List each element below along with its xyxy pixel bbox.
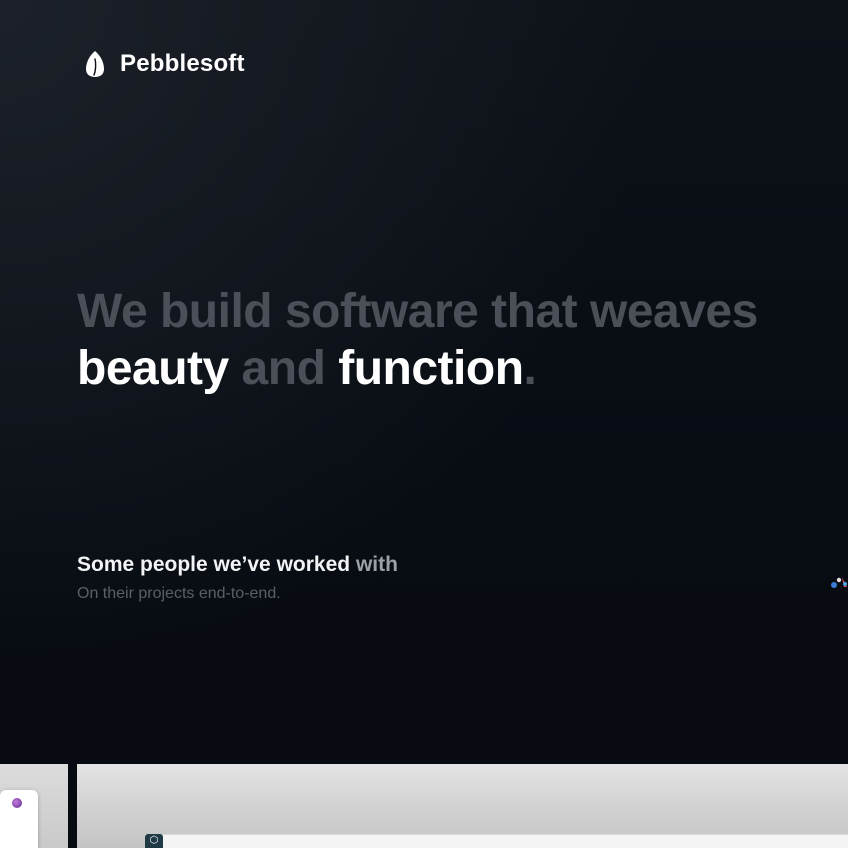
hero-word-beauty: beauty [77, 342, 229, 395]
landing-page: Pebblesoft We build software that weaves… [0, 0, 848, 848]
clients-title-fade: with [355, 553, 398, 576]
clients-title-strong: Some people we’ve worked [77, 553, 356, 576]
hero-word-function: function [338, 342, 524, 395]
project-preview-main[interactable]: ⬡ [77, 764, 848, 848]
hero-word-and: and [228, 342, 339, 395]
client-logo-icon[interactable] [830, 574, 848, 590]
hexagon-app-icon: ⬡ [145, 834, 163, 848]
brand-home-link[interactable]: Pebblesoft [84, 50, 245, 78]
clients-title: Some people we’ve worked with [77, 553, 398, 577]
pebble-icon [86, 51, 104, 77]
hero-line-2: beauty and function. [77, 340, 837, 397]
hero-line-1: We build software that weaves [77, 285, 758, 338]
project-preview-left[interactable] [0, 764, 68, 848]
app-avatar-icon [12, 798, 22, 808]
hero-period: . [523, 342, 537, 395]
clients-section: Some people we’ve worked with On their p… [77, 553, 398, 603]
brand-name: Pebblesoft [120, 50, 245, 77]
hero-heading: We build software that weaves beauty and… [77, 283, 837, 397]
clients-subtitle: On their projects end-to-end. [77, 585, 281, 602]
preview-window [145, 834, 848, 848]
